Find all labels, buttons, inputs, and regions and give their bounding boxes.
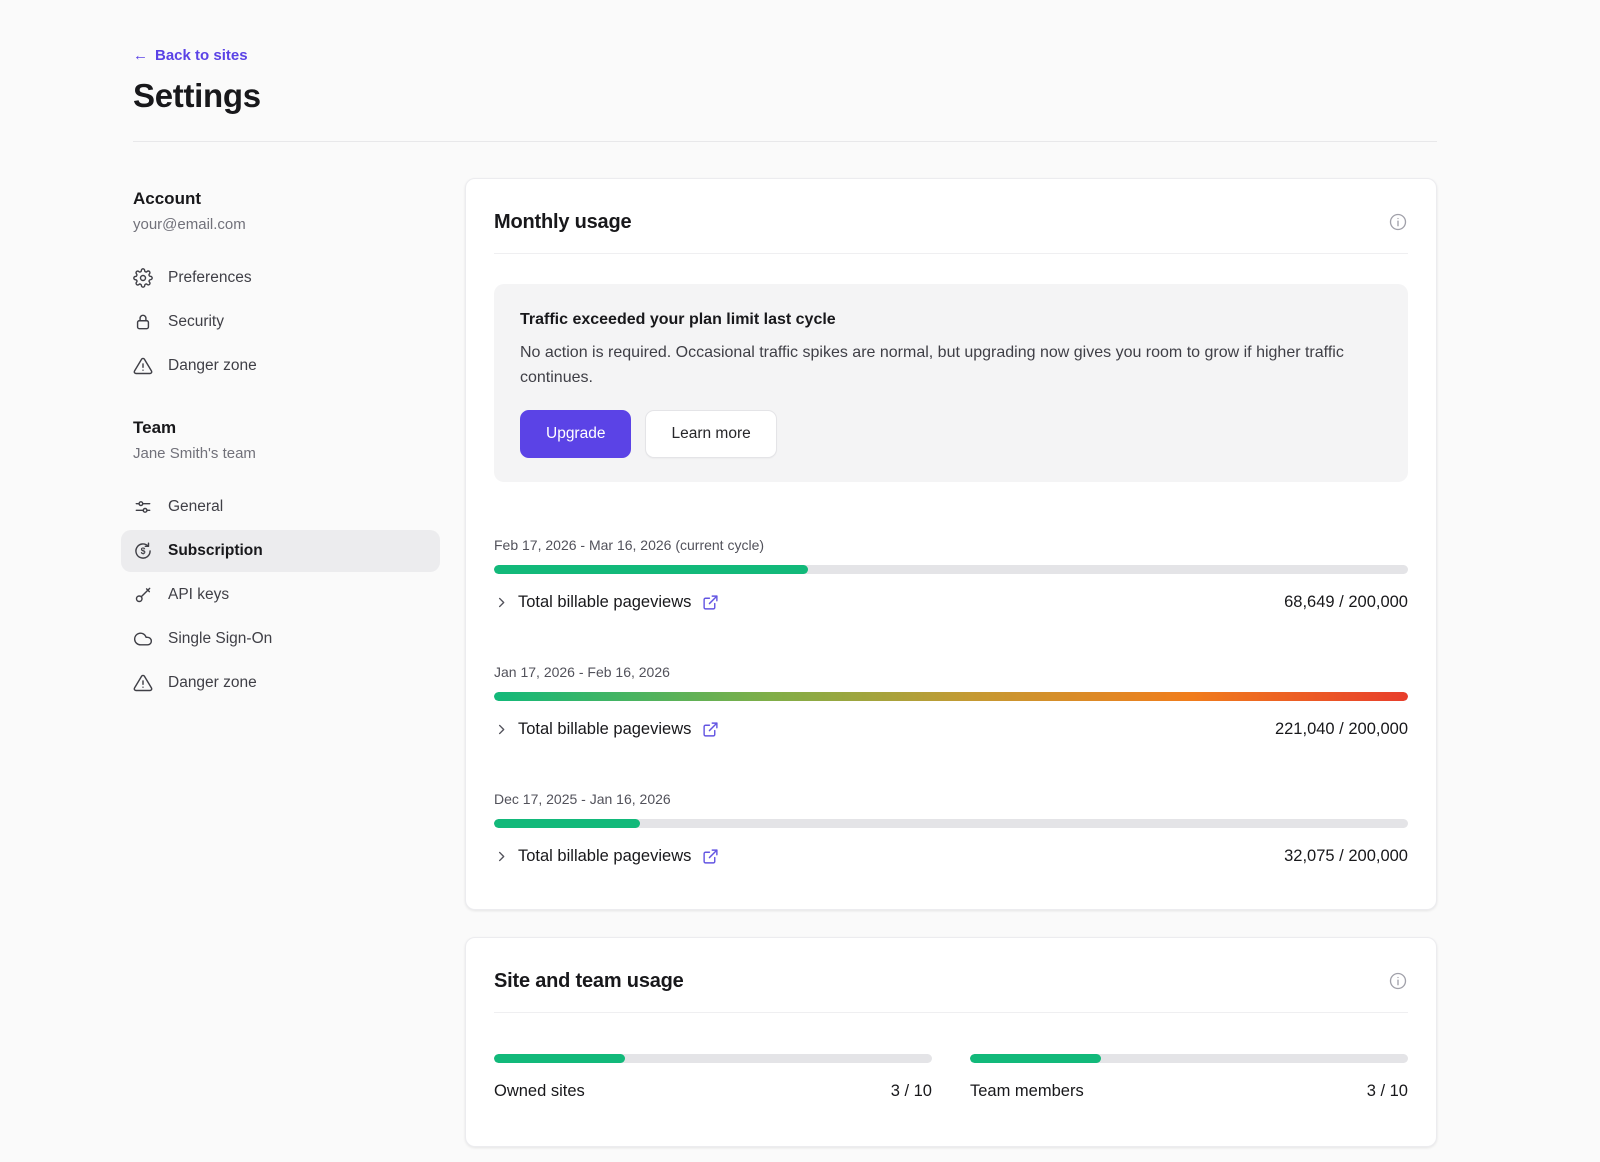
team-members-meter: Team members 3 / 10: [970, 1043, 1408, 1104]
account-email: your@email.com: [133, 215, 440, 235]
account-section-title: Account: [133, 188, 440, 210]
notice-body: No action is required. Occasional traffi…: [520, 340, 1382, 390]
notice-title: Traffic exceeded your plan limit last cy…: [520, 308, 1382, 332]
sidebar-item-label: Preferences: [168, 268, 252, 288]
usage-progress-fill: [494, 565, 808, 574]
usage-cycle-older: Dec 17, 2025 - Jan 16, 2026 Total billab…: [494, 790, 1408, 869]
external-link-icon[interactable]: [702, 848, 719, 865]
sidebar-item-label: Single Sign-On: [168, 629, 272, 649]
sidebar-item-label: General: [168, 497, 223, 517]
back-to-sites-link[interactable]: ← Back to sites: [133, 47, 248, 65]
chevron-right-icon: [494, 595, 509, 610]
traffic-exceeded-notice: Traffic exceeded your plan limit last cy…: [494, 284, 1408, 482]
metric-value: 221,040 / 200,000: [1275, 716, 1408, 742]
chevron-right-icon: [494, 722, 509, 737]
sidebar-item-subscription[interactable]: $ Subscription: [121, 530, 440, 572]
info-icon[interactable]: [1388, 971, 1408, 991]
team-nav: General $ Subscription API keys Single S…: [133, 486, 440, 704]
usage-cycle-previous: Jan 17, 2026 - Feb 16, 2026 Total billab…: [494, 663, 1408, 742]
upgrade-button[interactable]: Upgrade: [520, 410, 631, 458]
sidebar-item-label: Danger zone: [168, 673, 257, 693]
cycle-period: Dec 17, 2025 - Jan 16, 2026: [494, 790, 1408, 808]
site-team-usage-card: Site and team usage Owned sites 3 / 10: [465, 937, 1437, 1147]
team-members-label: Team members: [970, 1078, 1084, 1104]
sidebar-item-preferences[interactable]: Preferences: [121, 257, 440, 299]
subscription-dollar-icon: $: [133, 541, 153, 561]
back-arrow-icon: ←: [133, 47, 148, 65]
sidebar-section-account: Account your@email.com Preferences Secur…: [133, 188, 440, 387]
external-link-icon[interactable]: [702, 721, 719, 738]
metric-expand-toggle[interactable]: Total billable pageviews: [494, 589, 719, 615]
sidebar-item-label: Security: [168, 312, 224, 332]
owned-sites-fill: [494, 1054, 625, 1063]
usage-progress-track: [494, 819, 1408, 828]
sidebar-item-danger-zone-team[interactable]: Danger zone: [121, 662, 440, 704]
owned-sites-meter: Owned sites 3 / 10: [494, 1043, 932, 1104]
metric-label: Total billable pageviews: [518, 716, 691, 742]
site-team-usage-title: Site and team usage: [494, 968, 684, 994]
cycle-period: Jan 17, 2026 - Feb 16, 2026: [494, 663, 1408, 681]
key-icon: [133, 585, 153, 605]
sidebar-item-security[interactable]: Security: [121, 301, 440, 343]
account-nav: Preferences Security Danger zone: [133, 257, 440, 387]
warning-triangle-icon: [133, 673, 153, 693]
usage-progress-fill: [494, 819, 640, 828]
sidebar-item-general[interactable]: General: [121, 486, 440, 528]
chevron-right-icon: [494, 849, 509, 864]
settings-main: Monthly usage Traffic exceeded your plan…: [465, 142, 1437, 1147]
team-members-fill: [970, 1054, 1101, 1063]
gear-icon: [133, 268, 153, 288]
learn-more-button[interactable]: Learn more: [645, 410, 776, 458]
team-members-value: 3 / 10: [1367, 1078, 1408, 1104]
lock-icon: [133, 312, 153, 332]
sidebar-section-team: Team Jane Smith's team General $ Subscri…: [133, 417, 440, 704]
info-icon[interactable]: [1388, 212, 1408, 232]
metric-label: Total billable pageviews: [518, 589, 691, 615]
sidebar-item-label: Danger zone: [168, 356, 257, 376]
team-name: Jane Smith's team: [133, 444, 440, 464]
sidebar-item-single-sign-on[interactable]: Single Sign-On: [121, 618, 440, 660]
usage-progress-track: [494, 565, 1408, 574]
usage-progress-fill: [494, 692, 1408, 701]
metric-label: Total billable pageviews: [518, 843, 691, 869]
usage-progress-track: [494, 692, 1408, 701]
metric-value: 32,075 / 200,000: [1284, 843, 1408, 869]
card-divider: [494, 253, 1408, 254]
sidebar-item-danger-zone-account[interactable]: Danger zone: [121, 345, 440, 387]
warning-triangle-icon: [133, 356, 153, 376]
owned-sites-track: [494, 1054, 932, 1063]
sliders-icon: [133, 497, 153, 517]
metric-value: 68,649 / 200,000: [1284, 589, 1408, 615]
cycle-period: Feb 17, 2026 - Mar 16, 2026 (current cyc…: [494, 536, 1408, 554]
team-section-title: Team: [133, 417, 440, 439]
card-divider: [494, 1012, 1408, 1013]
sidebar-item-api-keys[interactable]: API keys: [121, 574, 440, 616]
page-container: ← Back to sites Settings Account your@em…: [133, 0, 1437, 1147]
page-title: Settings: [133, 74, 1437, 118]
svg-text:$: $: [141, 546, 146, 556]
monthly-usage-card: Monthly usage Traffic exceeded your plan…: [465, 178, 1437, 910]
sidebar-item-label: Subscription: [168, 541, 263, 561]
owned-sites-label: Owned sites: [494, 1078, 585, 1104]
metric-expand-toggle[interactable]: Total billable pageviews: [494, 843, 719, 869]
settings-sidebar: Account your@email.com Preferences Secur…: [133, 142, 440, 706]
sidebar-item-label: API keys: [168, 585, 229, 605]
team-members-track: [970, 1054, 1408, 1063]
owned-sites-value: 3 / 10: [891, 1078, 932, 1104]
usage-cycle-current: Feb 17, 2026 - Mar 16, 2026 (current cyc…: [494, 536, 1408, 615]
monthly-usage-title: Monthly usage: [494, 209, 631, 235]
cloud-icon: [133, 629, 153, 649]
back-link-label: Back to sites: [155, 47, 248, 65]
metric-expand-toggle[interactable]: Total billable pageviews: [494, 716, 719, 742]
external-link-icon[interactable]: [702, 594, 719, 611]
